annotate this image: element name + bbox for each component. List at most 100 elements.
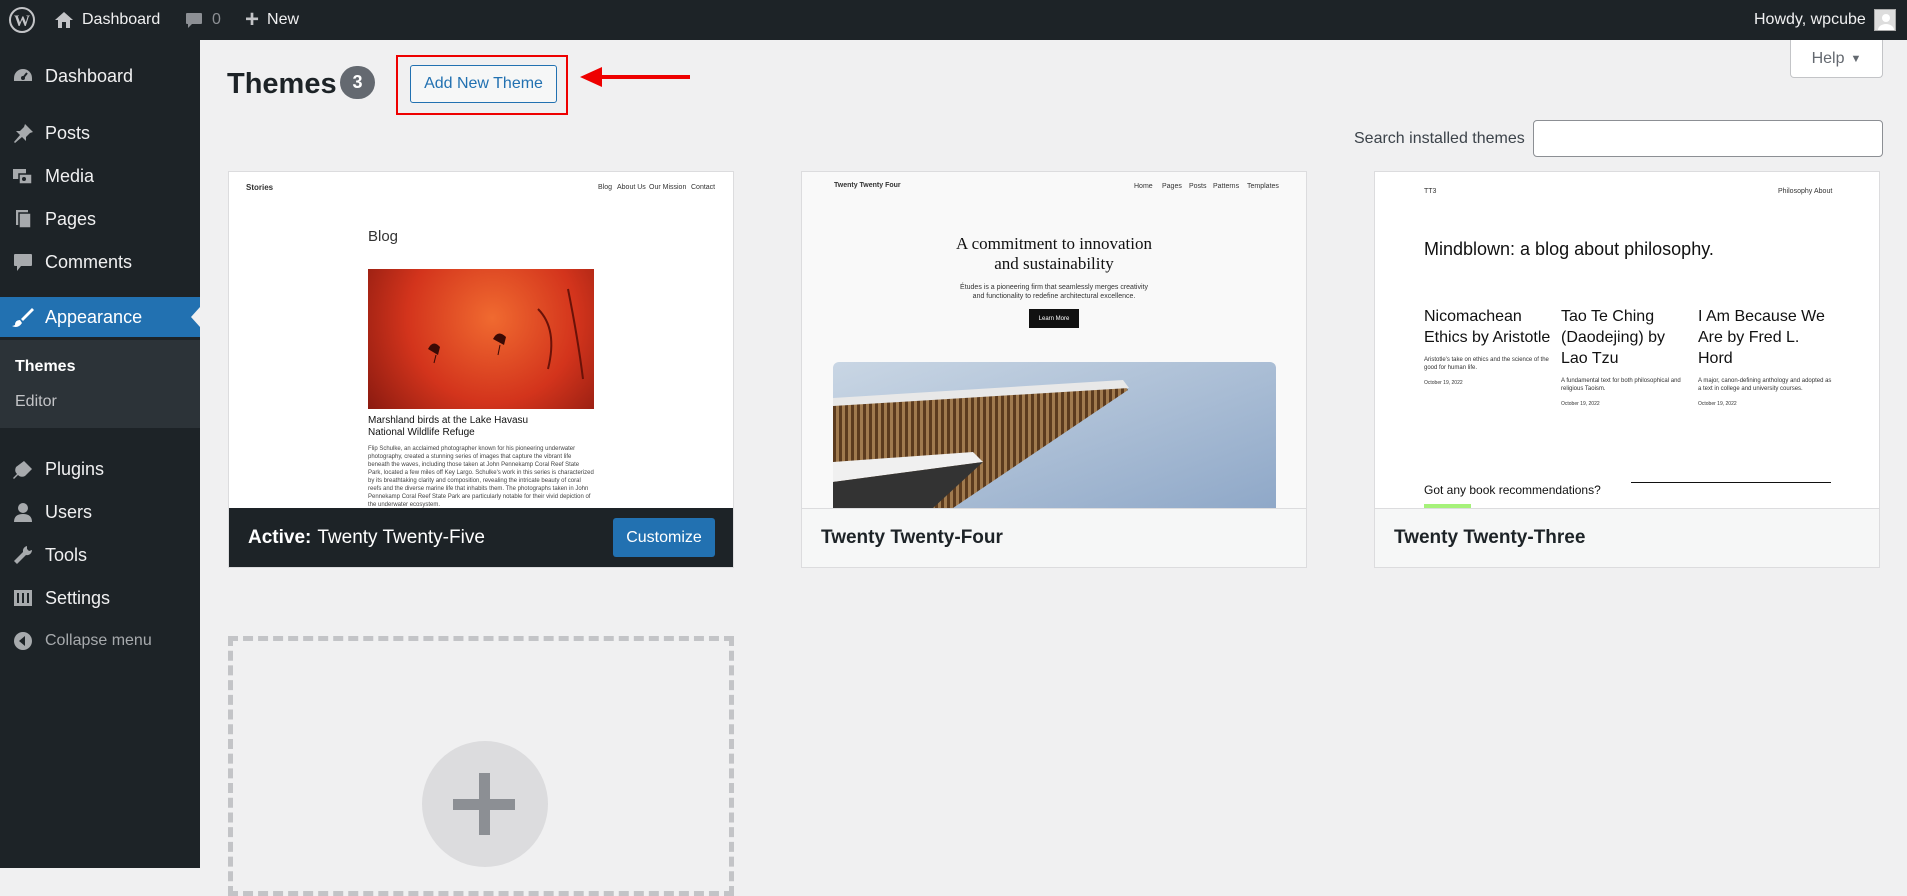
theme-name: Twenty Twenty-Five — [317, 526, 485, 548]
collapse-arrow-icon — [14, 632, 32, 650]
theme-name: Twenty Twenty-Four — [821, 527, 1003, 548]
preview-nav-item: Home — [1134, 183, 1153, 190]
pushpin-icon — [14, 124, 33, 143]
search-label: Search installed themes — [1354, 130, 1525, 147]
preview-architecture-photo — [833, 362, 1276, 508]
preview-site-title: Stories — [246, 183, 274, 192]
theme-name-bar: Twenty Twenty-Four — [802, 508, 1306, 567]
new-content-link[interactable]: + New — [245, 0, 299, 40]
triangle-down-icon: ▼ — [1850, 52, 1862, 65]
preview-divider — [1631, 482, 1831, 483]
theme-screenshot: TT3 Philosophy About Mindblown: a blog a… — [1375, 172, 1879, 508]
preview-post: I Am Because We Are by Fred L. Hord A ma… — [1698, 306, 1833, 407]
sidebar-item-label: Posts — [45, 122, 91, 143]
sidebar-item-comments[interactable]: Comments — [0, 242, 200, 282]
preview-nav-item: Posts — [1189, 183, 1207, 190]
plus-circle — [422, 741, 548, 867]
preview-nav-item: Templates — [1247, 183, 1279, 190]
wordpress-logo-icon[interactable]: W — [8, 0, 36, 40]
collapse-menu-label: Collapse menu — [45, 632, 152, 649]
active-theme-bar: Active: Twenty Twenty-Five Customize — [229, 508, 733, 567]
site-dashboard-link[interactable]: Dashboard — [54, 0, 160, 40]
sidebar-item-media[interactable]: Media — [0, 156, 200, 196]
preview-site-title: TT3 — [1424, 188, 1437, 195]
active-prefix: Active: — [248, 526, 312, 548]
preview-subtext-line: and functionality to redefine architectu… — [972, 293, 1136, 300]
theme-count-badge: 3 — [340, 66, 375, 99]
media-icon — [13, 169, 33, 185]
sidebar-item-plugins[interactable]: Plugins — [0, 449, 200, 489]
search-themes-input[interactable] — [1533, 120, 1883, 157]
preview-heading: A commitment to innovation and sustainab… — [802, 234, 1306, 274]
sidebar-item-label: Appearance — [45, 306, 143, 327]
preview-subtext: Études is a pioneering firm that seamles… — [802, 283, 1306, 301]
sidebar-item-label: Users — [45, 501, 93, 522]
preview-post-excerpt: Flip Schulke, an acclaimed photographer … — [368, 446, 594, 508]
theme-name: Twenty Twenty-Three — [1394, 527, 1586, 548]
user-icon — [14, 503, 32, 522]
pages-icon — [16, 210, 32, 229]
preview-heading: Mindblown: a blog about philosophy. — [1424, 239, 1714, 259]
appearance-submenu: Themes Editor — [0, 340, 200, 428]
sidebar-item-users[interactable]: Users — [0, 492, 200, 532]
theme-name-bar: Twenty Twenty-Three — [1375, 508, 1879, 567]
howdy-text: Howdy, wpcube — [1754, 11, 1866, 28]
preview-post: Tao Te Ching (Daodejing) by Lao Tzu A fu… — [1561, 306, 1689, 407]
add-new-theme-tile[interactable] — [228, 636, 734, 896]
theme-card-twenty-twenty-four[interactable]: Twenty Twenty Four Home Pages Posts Patt… — [801, 171, 1307, 568]
sidebar-item-label: Dashboard — [45, 65, 134, 86]
sidebar-item-pages[interactable]: Pages — [0, 199, 200, 239]
page-title: Themes — [227, 68, 337, 100]
customize-button[interactable]: Customize — [613, 518, 715, 557]
theme-screenshot: Stories Blog About Us Our Mission Contac… — [229, 172, 733, 508]
preview-nav-item: Pages — [1162, 183, 1182, 190]
account-menu[interactable]: Howdy, wpcube — [1754, 0, 1896, 40]
comments-link[interactable]: 0 — [184, 0, 221, 40]
annotation-arrow-icon — [580, 67, 690, 87]
preview-footer-question: Got any book recommendations? — [1424, 483, 1601, 497]
preview-heading: Blog — [368, 228, 399, 245]
sidebar-item-dashboard[interactable]: Dashboard — [0, 56, 200, 96]
sidebar-item-label: Tools — [45, 544, 88, 565]
comment-bubble-icon — [186, 13, 202, 28]
sidebar-item-tools[interactable]: Tools — [0, 535, 200, 575]
admin-bar: W Dashboard 0 + New Howdy, wpcube — [0, 0, 1907, 40]
plugin-icon — [13, 461, 32, 479]
comments-count: 0 — [212, 11, 221, 28]
preview-post-desc: A fundamental text for both philosophica… — [1561, 378, 1681, 392]
paintbrush-icon — [12, 308, 34, 327]
sidebar-item-settings[interactable]: Settings — [0, 578, 200, 618]
sidebar-item-label: Settings — [45, 587, 111, 608]
preview-nav-item: Our Mission — [649, 184, 687, 191]
preview-post-title: Nicomachean Ethics by Aristotle — [1424, 308, 1551, 346]
sidebar-item-posts[interactable]: Posts — [0, 113, 200, 153]
sidebar-item-label: Media — [45, 165, 95, 186]
main-content: Themes 3 Add New Theme Help ▼ Search ins… — [200, 40, 1907, 896]
settings-sliders-icon — [14, 590, 32, 606]
preview-nav-item: Blog — [598, 184, 613, 191]
add-new-theme-button[interactable]: Add New Theme — [410, 65, 557, 103]
preview-nav-item: About — [1814, 188, 1833, 195]
preview-learn-more-button: Learn More — [1029, 309, 1079, 328]
plus-icon: + — [245, 6, 260, 33]
collapse-menu-button[interactable]: Collapse menu — [0, 621, 200, 661]
preview-post-desc: Aristotle's take on ethics and the scien… — [1424, 357, 1549, 371]
submenu-item-themes[interactable]: Themes — [15, 358, 75, 376]
help-tab-button[interactable]: Help ▼ — [1790, 40, 1883, 78]
help-label: Help — [1811, 49, 1845, 67]
submenu-item-editor[interactable]: Editor — [15, 393, 57, 411]
wrench-icon — [14, 546, 33, 564]
preview-heading-line: A commitment to innovation — [956, 234, 1152, 253]
sidebar-item-appearance[interactable]: Appearance — [0, 297, 200, 337]
preview-nav-item: About Us — [617, 184, 646, 191]
theme-card-twenty-twenty-three[interactable]: TT3 Philosophy About Mindblown: a blog a… — [1374, 171, 1880, 568]
preview-post-date: October 19, 2022 — [1698, 401, 1737, 407]
theme-card-twenty-twenty-five[interactable]: Stories Blog About Us Our Mission Contac… — [228, 171, 734, 568]
preview-birds-photo — [368, 269, 594, 409]
site-dashboard-label: Dashboard — [82, 11, 161, 28]
preview-heading-line: and sustainability — [994, 254, 1114, 273]
preview-site-title: Twenty Twenty Four — [834, 182, 901, 189]
preview-post-title: Tao Te Ching (Daodejing) by Lao Tzu — [1561, 308, 1666, 367]
preview-subtext-line: Études is a pioneering firm that seamles… — [960, 284, 1148, 291]
preview-post-title: I Am Because We Are by Fred L. Hord — [1698, 308, 1825, 367]
